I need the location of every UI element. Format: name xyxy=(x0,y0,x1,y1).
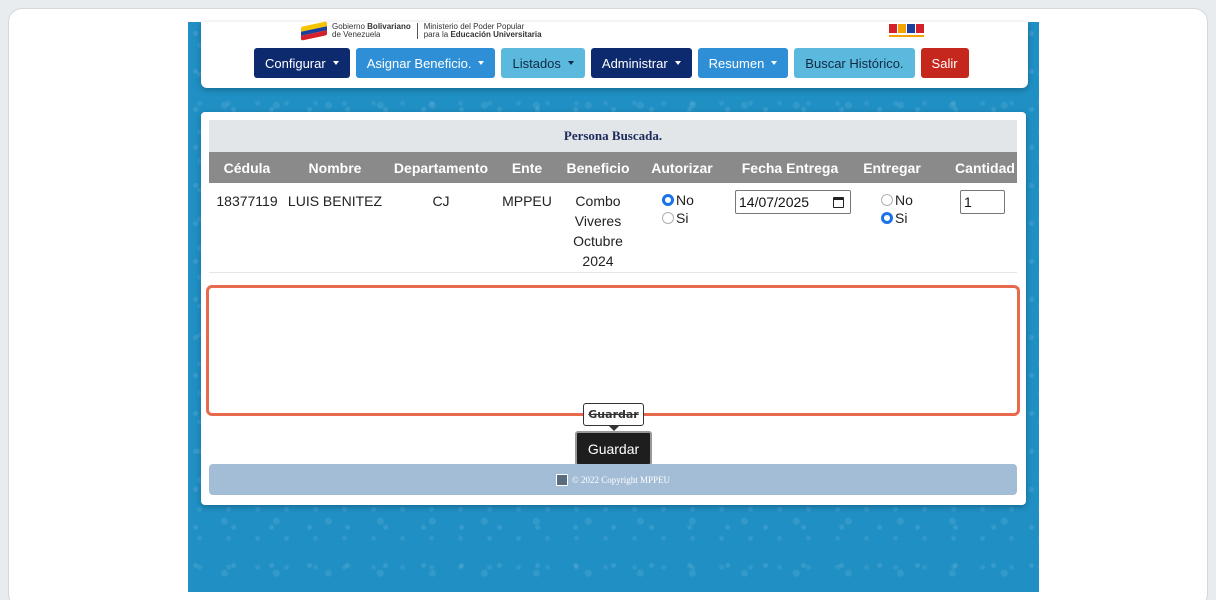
radio-selected-icon[interactable] xyxy=(881,212,893,224)
cantidad-input[interactable]: 1 xyxy=(960,190,1005,214)
header: Gobierno Bolivariano de Venezuela Minist… xyxy=(201,21,1028,88)
column-header-entregar: Entregar xyxy=(863,159,921,176)
nav-asignar-beneficio-button[interactable]: Asignar Beneficio. xyxy=(355,48,496,78)
column-header-departamento: Departamento xyxy=(393,159,489,176)
beneficio-line: Octubre xyxy=(573,233,623,249)
column-header-fecha-entrega: Fecha Entrega xyxy=(741,159,839,176)
cell-departamento: CJ xyxy=(432,193,450,209)
radio-unselected-icon[interactable] xyxy=(881,194,893,206)
save-button[interactable]: Guardar xyxy=(575,431,652,466)
caret-down-icon xyxy=(771,61,778,65)
cell-beneficio: Combo Viveres Octubre 2024 xyxy=(557,191,639,271)
calendar-icon[interactable] xyxy=(833,197,844,208)
table-row: 18377119 LUIS BENITEZ CJ MPPEU Combo Viv… xyxy=(209,183,1017,273)
column-header-cantidad: Cantidad xyxy=(955,159,1015,176)
entregar-option-no[interactable]: No xyxy=(881,191,941,209)
logo-divider xyxy=(416,23,418,39)
column-header-nombre: Nombre xyxy=(308,159,362,176)
main-nav: Configurar Asignar Beneficio. Listados A… xyxy=(254,48,969,78)
copyright-text: © 2022 Copyright MPPEU xyxy=(571,474,671,485)
government-logo: Gobierno Bolivariano de Venezuela Minist… xyxy=(301,21,542,41)
radio-selected-icon[interactable] xyxy=(662,194,674,206)
column-header-autorizar: Autorizar xyxy=(651,159,713,176)
beneficio-line: Viveres xyxy=(574,213,622,229)
nav-buscar-historico-button[interactable]: Buscar Histórico. xyxy=(794,48,915,78)
anniversary-logo xyxy=(889,24,924,37)
nav-listados-button[interactable]: Listados xyxy=(501,48,585,78)
autorizar-option-no[interactable]: No xyxy=(662,191,722,209)
nav-resumen-button[interactable]: Resumen xyxy=(697,48,789,78)
autorizar-option-si[interactable]: Si xyxy=(662,209,722,227)
highlight-box xyxy=(206,285,1020,416)
column-header-cedula: Cédula xyxy=(223,159,271,176)
venezuela-flag-icon xyxy=(301,21,327,41)
footer: © 2022 Copyright MPPEU xyxy=(209,464,1017,495)
entregar-option-si[interactable]: Si xyxy=(881,209,941,227)
column-header-beneficio: Beneficio xyxy=(566,159,630,176)
caret-down-icon xyxy=(478,61,485,65)
beneficio-line: Combo xyxy=(575,193,621,209)
cell-ente: MPPEU xyxy=(502,193,552,209)
cell-nombre: LUIS BENITEZ xyxy=(287,193,383,209)
government-name: Gobierno Bolivariano de Venezuela xyxy=(332,22,411,39)
autorizar-radio-group: No Si xyxy=(662,191,722,227)
caret-down-icon xyxy=(674,61,681,65)
beneficio-line: 2024 xyxy=(582,253,614,269)
caret-down-icon xyxy=(332,61,339,65)
nav-administrar-button[interactable]: Administrar xyxy=(590,48,692,78)
table-header: Cédula Nombre Departamento Ente Benefici… xyxy=(209,152,1017,183)
radio-unselected-icon[interactable] xyxy=(662,212,674,224)
column-header-ente: Ente xyxy=(511,159,543,176)
caret-down-icon xyxy=(567,61,574,65)
nav-configurar-button[interactable]: Configurar xyxy=(254,48,350,78)
ministry-name: Ministerio del Poder Popular para la Edu… xyxy=(423,22,542,39)
table-title: Persona Buscada. xyxy=(209,120,1017,152)
mppeu-logo-icon xyxy=(555,473,568,486)
fecha-entrega-date-input[interactable]: 14/07/2025 xyxy=(735,190,851,214)
cell-cedula: 18377119 xyxy=(216,193,278,209)
entregar-radio-group: No Si xyxy=(881,191,941,227)
nav-salir-button[interactable]: Salir xyxy=(920,48,969,78)
save-tooltip: Guardar xyxy=(583,403,644,426)
